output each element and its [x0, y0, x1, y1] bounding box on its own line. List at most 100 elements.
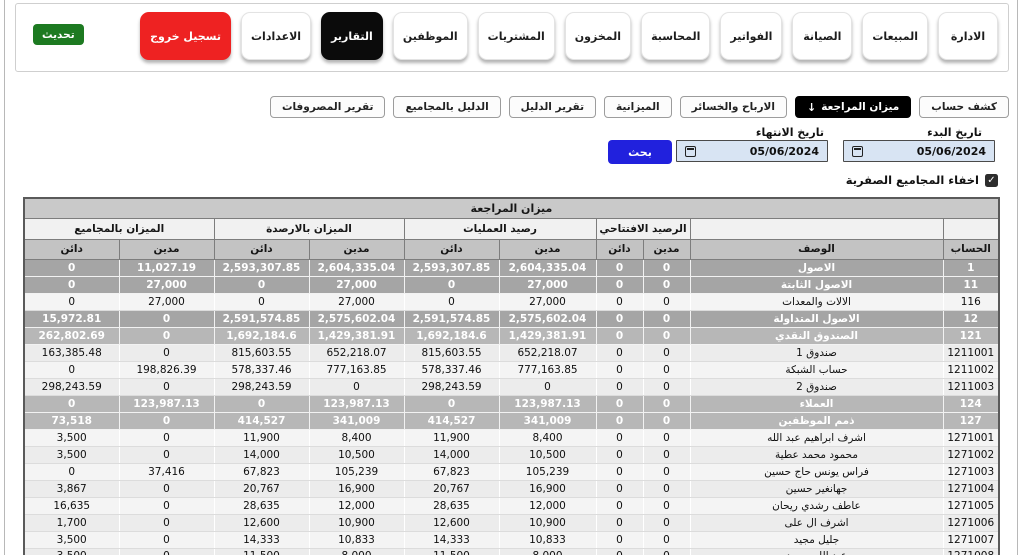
cell-ops_debit: 0	[499, 378, 596, 395]
search-button[interactable]: بحث	[608, 140, 672, 164]
cell-bal_credit: 14,333	[214, 531, 309, 548]
cell-tot_credit: 16,635	[24, 497, 119, 514]
cell-ops_credit: 12,600	[404, 514, 499, 531]
nav-button[interactable]: المشتريات	[478, 12, 555, 60]
nav-button[interactable]: المخزون	[565, 12, 631, 60]
cell-bal_debit: 777,163.85	[309, 361, 404, 378]
hide-zero-checkbox[interactable]: ✓	[985, 174, 998, 187]
col-bal-credit: دائن	[214, 239, 309, 259]
cell-account: 1271002	[943, 446, 999, 463]
table-row: 1271005عاطف رشدي ريحان0012,00028,63512,0…	[24, 497, 999, 514]
cell-account: 1271006	[943, 514, 999, 531]
cell-open_credit: 0	[596, 446, 643, 463]
cell-ops_credit: 578,337.46	[404, 361, 499, 378]
frame-border-left	[4, 0, 5, 555]
nav-button[interactable]: الفواتير	[720, 12, 782, 60]
cell-bal_credit: 11,900	[214, 429, 309, 446]
cell-bal_credit: 0	[214, 395, 309, 412]
cell-bal_debit: 341,009	[309, 412, 404, 429]
cell-account: 1211001	[943, 344, 999, 361]
nav-button[interactable]: الموظفين	[393, 12, 468, 60]
nav-button[interactable]: المبيعات	[862, 12, 928, 60]
cell-tot_debit: 0	[119, 480, 214, 497]
cell-desc: فراس يونس حاج حسين	[690, 463, 943, 480]
nav-button[interactable]: الادارة	[938, 12, 998, 60]
cell-bal_debit: 10,900	[309, 514, 404, 531]
report-tab-label: الارباح والخسائر	[692, 101, 775, 113]
cell-open_debit: 0	[643, 429, 690, 446]
cell-ops_credit: 414,527	[404, 412, 499, 429]
col-ops-credit: دائن	[404, 239, 499, 259]
cell-account: 1271004	[943, 480, 999, 497]
cell-tot_credit: 3,500	[24, 548, 119, 555]
cell-tot_credit: 0	[24, 259, 119, 276]
report-tab[interactable]: تقرير المصروفات	[270, 96, 386, 118]
cell-desc: اشرف ابراهيم عبد الله	[690, 429, 943, 446]
cell-desc: الالات والمعدات	[690, 293, 943, 310]
cell-open_debit: 0	[643, 497, 690, 514]
cell-tot_credit: 3,500	[24, 446, 119, 463]
nav-button[interactable]: تسجيل خروج	[140, 12, 231, 60]
refresh-button[interactable]: تحديث	[33, 24, 84, 45]
cell-open_credit: 0	[596, 497, 643, 514]
cell-tot_credit: 0	[24, 463, 119, 480]
cell-bal_debit: 123,987.13	[309, 395, 404, 412]
cell-tot_debit: 0	[119, 531, 214, 548]
arrow-down-icon: ↓	[807, 101, 816, 114]
cell-desc: صندوق 2	[690, 378, 943, 395]
end-date-input[interactable]: 05/06/2024	[676, 140, 828, 162]
report-tab[interactable]: كشف حساب	[919, 96, 1009, 118]
report-tab-label: الميزانية	[616, 101, 660, 113]
cell-ops_debit: 12,000	[499, 497, 596, 514]
cell-bal_debit: 105,239	[309, 463, 404, 480]
start-date-input[interactable]: 05/06/2024	[843, 140, 995, 162]
cell-account: 124	[943, 395, 999, 412]
cell-ops_credit: 14,333	[404, 531, 499, 548]
cell-account: 1271001	[943, 429, 999, 446]
cell-bal_credit: 11,500	[214, 548, 309, 555]
cell-bal_credit: 0	[214, 276, 309, 293]
start-date-value: 05/06/2024	[917, 145, 986, 158]
cell-bal_debit: 16,900	[309, 480, 404, 497]
cell-open_credit: 0	[596, 514, 643, 531]
report-tab[interactable]: الارباح والخسائر	[680, 96, 787, 118]
report-tab-label: كشف حساب	[931, 101, 997, 113]
table-row: 12الاصول المتداولة002,575,602.042,591,57…	[24, 310, 999, 327]
cell-desc: محمود محمد عطية	[690, 446, 943, 463]
report-tab[interactable]: الميزانية	[604, 96, 672, 118]
col-tot-debit: مدين	[119, 239, 214, 259]
cell-bal_debit: 27,000	[309, 293, 404, 310]
report-tab[interactable]: تقرير الدليل	[509, 96, 596, 118]
nav-button[interactable]: الصيانة	[792, 12, 852, 60]
cell-account: 121	[943, 327, 999, 344]
nav-button[interactable]: المحاسبة	[641, 12, 710, 60]
cell-open_debit: 0	[643, 548, 690, 555]
end-date-value: 05/06/2024	[750, 145, 819, 158]
nav-button[interactable]: الاعدادات	[241, 12, 311, 60]
cell-open_debit: 0	[643, 293, 690, 310]
cell-bal_credit: 0	[214, 293, 309, 310]
cell-tot_debit: 11,027.19	[119, 259, 214, 276]
nav-button[interactable]: التقارير	[321, 12, 383, 60]
start-date-label: تاريخ البدء	[927, 126, 982, 139]
calendar-icon[interactable]	[852, 146, 863, 157]
cell-ops_debit: 2,575,602.04	[499, 310, 596, 327]
cell-desc: عاطف رشدي ريحان	[690, 497, 943, 514]
cell-account: 1271008	[943, 548, 999, 555]
col-tot-credit: دائن	[24, 239, 119, 259]
cell-tot_credit: 3,867	[24, 480, 119, 497]
cell-ops_credit: 67,823	[404, 463, 499, 480]
cell-open_credit: 0	[596, 327, 643, 344]
cell-ops_credit: 14,000	[404, 446, 499, 463]
cell-ops_credit: 1,692,184.6	[404, 327, 499, 344]
cell-open_credit: 0	[596, 531, 643, 548]
cell-tot_debit: 0	[119, 344, 214, 361]
cell-ops_debit: 27,000	[499, 293, 596, 310]
cell-tot_credit: 0	[24, 395, 119, 412]
cell-open_debit: 0	[643, 446, 690, 463]
calendar-icon[interactable]	[685, 146, 696, 157]
table-row: 1الاصول002,604,335.042,593,307.852,604,3…	[24, 259, 999, 276]
cell-account: 127	[943, 412, 999, 429]
report-tab[interactable]: ميزان المراجعة↓	[795, 96, 911, 118]
report-tab[interactable]: الدليل بالمجاميع	[393, 96, 500, 118]
